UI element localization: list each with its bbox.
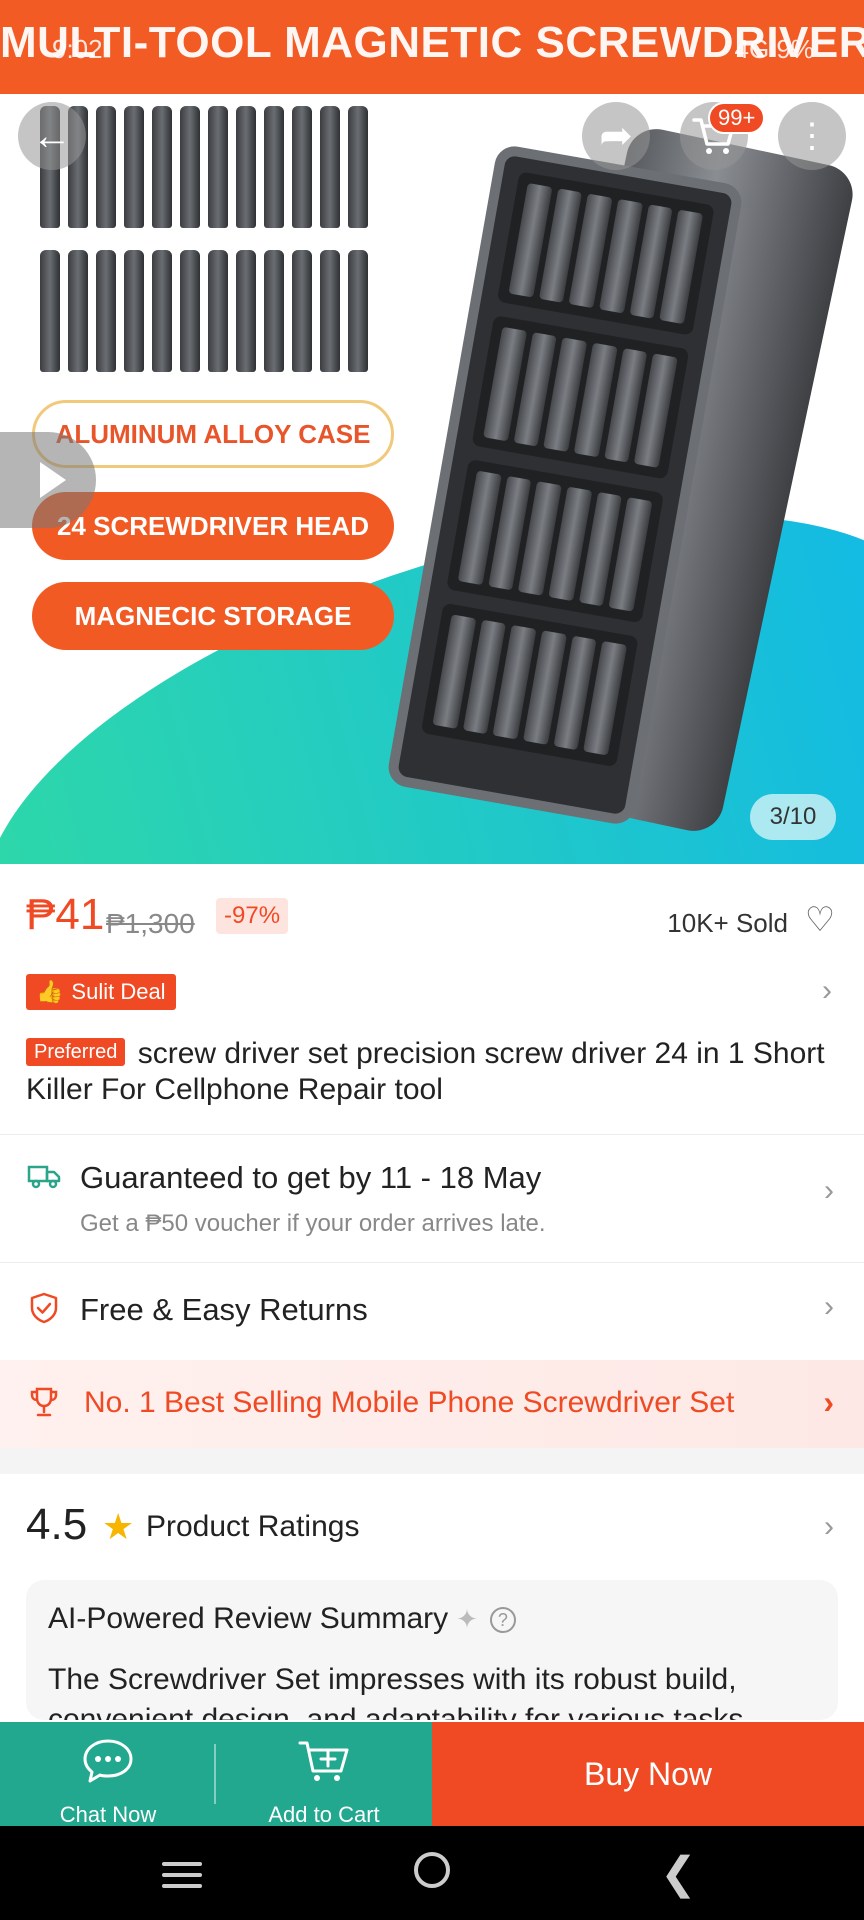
bottom-action-bar: Chat Now Add to Cart Buy Now	[0, 1722, 864, 1827]
status-time: 9:02	[52, 34, 103, 64]
share-icon: ➦	[599, 114, 633, 158]
delivery-row[interactable]: Guaranteed to get by 11 - 18 May Get a ₱…	[0, 1134, 864, 1262]
sparkle-icon: ✦	[456, 1604, 478, 1634]
recent-apps-icon[interactable]	[162, 1862, 202, 1888]
cart-count-badge: 99+	[708, 102, 766, 134]
product-title-block: Preferred screw driver set precision scr…	[26, 1036, 838, 1108]
sold-count: 10K+ Sold	[667, 908, 788, 938]
ai-review-summary-card[interactable]: AI-Powered Review Summary ✦? The Screwdri…	[26, 1580, 838, 1720]
returns-text: Free & Easy Returns	[80, 1292, 368, 1327]
star-icon: ★	[102, 1506, 135, 1547]
screwdriver-bits-illustration	[40, 106, 400, 394]
image-counter: 3/10	[750, 794, 836, 840]
rating-score: 4.5	[26, 1500, 88, 1549]
buy-now-button[interactable]: Buy Now	[432, 1722, 864, 1826]
original-price: ₱1,300	[106, 908, 195, 939]
sulit-deal-label: Sulit Deal	[71, 979, 166, 1004]
preferred-badge: Preferred	[26, 1038, 126, 1066]
share-button[interactable]: ➦	[582, 102, 650, 170]
thumbs-up-icon: 👍	[36, 979, 64, 1004]
back-button[interactable]: ←	[18, 102, 86, 170]
wishlist-heart-icon[interactable]: ♡	[802, 902, 838, 938]
product-title: screw driver set precision screw driver …	[26, 1037, 825, 1106]
home-icon[interactable]	[414, 1852, 450, 1888]
delivery-guarantee-text: Guaranteed to get by 11 - 18 May	[80, 1160, 542, 1195]
back-arrow-icon: ←	[32, 113, 72, 158]
discount-badge: -97%	[216, 898, 289, 934]
section-gap	[0, 1448, 864, 1474]
bestseller-banner[interactable]: No. 1 Best Selling Mobile Phone Screwdri…	[0, 1360, 864, 1448]
delivery-voucher-text: Get a ₱50 voucher if your order arrives …	[80, 1210, 546, 1237]
ratings-row[interactable]: 4.5 ★ Product Ratings ›	[26, 1500, 838, 1560]
feature-pill-storage: MAGNECIC STORAGE	[32, 582, 394, 650]
system-back-icon[interactable]: ❮	[660, 1848, 697, 1899]
play-icon	[40, 462, 66, 498]
status-indicators: 4G 9%	[734, 34, 815, 64]
price-row: ₱41 ₱1,300 -97% 10K+ Sold ♡	[26, 890, 838, 950]
ai-summary-title: AI-Powered Review Summary	[48, 1602, 449, 1635]
more-vertical-icon: ⋮	[795, 117, 829, 155]
chevron-right-icon: ›	[822, 974, 832, 1007]
help-icon[interactable]: ?	[489, 1607, 516, 1633]
returns-row[interactable]: Free & Easy Returns ›	[0, 1262, 864, 1360]
chat-now-label: Chat Now	[59, 1802, 157, 1827]
add-to-cart-label: Add to Cart	[268, 1802, 380, 1827]
ratings-label: Product Ratings	[146, 1510, 360, 1543]
truck-icon	[26, 1162, 62, 1198]
product-image-gallery[interactable]: MULTI-TOOL MAGNETIC SCREWDRIVER 9:02 4G …	[0, 0, 864, 864]
play-video-button[interactable]	[0, 432, 96, 528]
sulit-deal-row[interactable]: 👍 Sulit Deal ›	[26, 974, 838, 1014]
shield-check-icon	[26, 1292, 62, 1328]
chevron-right-icon: ›	[823, 1384, 834, 1420]
add-cart-icon	[216, 1738, 432, 1794]
trophy-icon	[26, 1386, 62, 1422]
bestseller-text: No. 1 Best Selling Mobile Phone Screwdri…	[84, 1386, 735, 1419]
chevron-right-icon: ›	[824, 1510, 834, 1543]
chevron-right-icon: ›	[824, 1174, 834, 1207]
status-bar: 9:02 4G 9%	[0, 30, 864, 70]
chat-now-button[interactable]: Chat Now	[0, 1722, 216, 1827]
more-options-button[interactable]: ⋮	[778, 102, 846, 170]
ai-summary-title-row: AI-Powered Review Summary ✦?	[48, 1602, 516, 1636]
ai-summary-body: The Screwdriver Set impresses with its r…	[48, 1663, 752, 1720]
add-to-cart-button[interactable]: Add to Cart	[216, 1722, 432, 1827]
chat-bubble-icon	[0, 1738, 216, 1794]
current-price: ₱41	[26, 890, 105, 939]
sulit-deal-badge: 👍 Sulit Deal	[26, 974, 176, 1010]
system-navigation-bar: ❮	[0, 1826, 864, 1920]
chevron-right-icon: ›	[824, 1290, 834, 1323]
